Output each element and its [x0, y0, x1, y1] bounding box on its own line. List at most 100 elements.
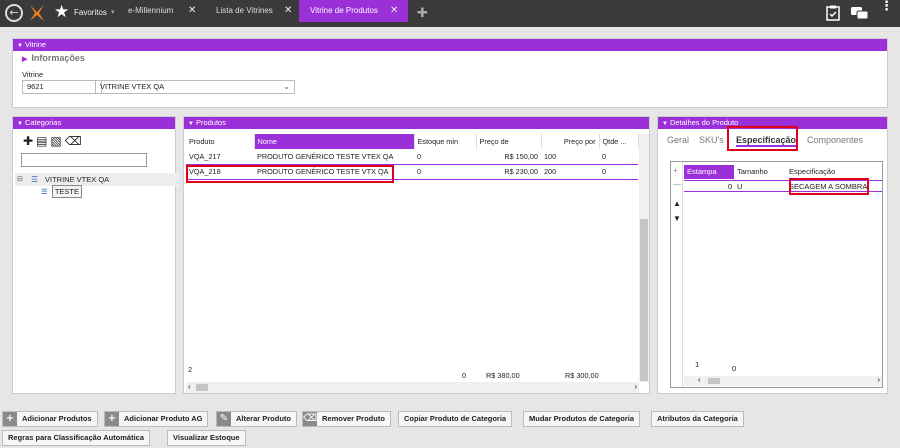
tab-vitrine-de-produtos[interactable]: Vitrine de Produtos ✕ — [299, 0, 408, 22]
star-icon[interactable]: ★ — [54, 2, 69, 22]
column-header[interactable]: Preço por — [541, 134, 600, 149]
button-label: Regras para Classificação Automática — [8, 433, 145, 442]
favorites-menu[interactable]: Favoritos — [74, 8, 107, 17]
info-section-toggle[interactable]: ▶ Informações — [22, 53, 85, 63]
table-cell: 100 — [544, 151, 557, 161]
button-label: Alterar Produto — [236, 414, 292, 423]
scrollbar-thumb[interactable] — [196, 384, 208, 391]
button-label: Mudar Produtos de Categoria — [529, 414, 635, 423]
add-tab-icon[interactable]: ✚ — [417, 6, 428, 21]
remover-produto-button[interactable]: ⌫ Remover Produto — [302, 411, 391, 427]
add-row-icon[interactable]: + — [673, 166, 678, 175]
tab-skus[interactable]: SKU's — [699, 135, 724, 145]
detalhes-total-estampa: 0 — [732, 364, 737, 373]
caret-up-icon[interactable]: ▲ — [673, 199, 681, 208]
list-add-icon[interactable]: ▤ — [36, 134, 47, 148]
vitrine-field-label: Vitrine — [22, 70, 44, 79]
table-row[interactable]: VQA_217 PRODUTO GENÉRICO TESTE VTEX QA 0… — [186, 149, 638, 164]
chat-icon[interactable] — [851, 7, 869, 20]
scrollbar-thumb[interactable] — [708, 378, 720, 384]
button-label: Remover Produto — [322, 414, 385, 423]
horizontal-scrollbar[interactable]: ‹ › — [186, 382, 639, 393]
alterar-produto-button[interactable]: ✎ Alterar Produto — [216, 411, 298, 427]
arrow-right-icon[interactable]: › — [634, 382, 637, 391]
trash-icon: ⌫ — [303, 412, 318, 426]
collapse-icon[interactable]: ⊟ — [17, 173, 23, 186]
chevron-down-icon: ⌄ — [283, 82, 290, 91]
tab-lista-de-vitrines[interactable]: Lista de Vitrines ✕ — [216, 0, 296, 22]
close-icon[interactable]: ✕ — [188, 0, 196, 22]
visualizar-estoque-button[interactable]: Visualizar Estoque — [167, 430, 246, 446]
close-icon[interactable]: ✕ — [284, 0, 292, 22]
tab-geral[interactable]: Geral — [667, 135, 689, 145]
column-header[interactable]: Tamanho — [737, 165, 787, 179]
column-header[interactable]: Preço de — [476, 134, 542, 149]
category-search-input[interactable] — [21, 153, 147, 167]
logo-icon — [30, 5, 44, 21]
column-header[interactable]: Nome — [254, 134, 415, 149]
button-label: Atributos da Categoria — [657, 414, 738, 423]
vitrine-select-value: VITRINE VTEX QA — [100, 82, 165, 91]
button-label: Visualizar Estoque — [173, 433, 240, 442]
grid-row-markers: + — ▲ ▼ — [671, 162, 683, 387]
table-cell: 0 — [727, 182, 732, 191]
more-icon[interactable]: ⋮ — [880, 0, 893, 13]
button-label: Adicionar Produtos — [22, 414, 92, 423]
action-bar: + Adicionar Produtos + Adicionar Produto A… — [0, 410, 900, 428]
close-icon[interactable]: ✕ — [390, 0, 398, 22]
vitrine-select[interactable]: VITRINE VTEX QA ⌄ — [95, 80, 295, 94]
adicionar-produtos-button[interactable]: + Adicionar Produtos — [2, 411, 98, 427]
column-header[interactable]: Produto — [186, 134, 255, 149]
column-header[interactable]: Estampa — [684, 165, 734, 179]
add-icon: + — [105, 412, 119, 426]
categorias-header[interactable]: ▼ Categorias — [13, 117, 175, 129]
produtos-total-preco-de: R$ 380,00 — [486, 371, 520, 380]
mudar-produtos-button[interactable]: Mudar Produtos de Categoria — [523, 411, 641, 427]
scrollbar-thumb[interactable] — [640, 219, 648, 381]
regras-classificacao-button[interactable]: Regras para Classificação Automática — [2, 430, 151, 446]
table-cell: 200 — [541, 163, 599, 180]
section-title: Produtos — [195, 118, 226, 127]
table-cell: R$ 150,00 — [504, 151, 538, 161]
adicionar-produto-ag-button[interactable]: + Adicionar Produto AG — [104, 411, 209, 427]
hierarchy-icon[interactable]: ▧ — [50, 134, 61, 148]
atributos-categoria-button[interactable]: Atributos da Categoria — [651, 411, 744, 427]
back-icon[interactable]: ← — [5, 4, 23, 22]
horizontal-scrollbar[interactable]: ‹ › — [684, 375, 882, 386]
produtos-header[interactable]: ▼ Produtos — [184, 117, 649, 129]
detalhes-total-count: 1 — [695, 360, 700, 369]
produtos-total-count: 2 — [188, 365, 193, 374]
tab-e-millennium[interactable]: e-Millennium ✕ — [128, 0, 216, 22]
table-cell: VQA_217 — [189, 151, 221, 161]
add-icon: + — [3, 412, 17, 426]
tab-label: e-Millennium — [128, 6, 174, 15]
chevron-down-icon[interactable]: ▾ — [111, 8, 115, 16]
categorias-toolbar: ✚ ▤ ▧ ⌫ — [23, 134, 85, 148]
trash-icon[interactable]: ⌫ — [65, 134, 82, 148]
table-cell: 0 — [414, 163, 476, 180]
highlight-box — [789, 178, 869, 195]
vitrine-code-input[interactable]: 9621 — [22, 80, 102, 94]
vertical-scrollbar[interactable] — [639, 134, 649, 382]
column-header[interactable]: Especificação — [789, 165, 869, 179]
tree-item-root[interactable]: ⊟ ☰ VITRINE VTEX QA — [15, 173, 179, 186]
caret-down-icon[interactable]: ▼ — [673, 214, 681, 223]
clipboard-icon[interactable] — [826, 5, 840, 21]
action-bar-2: Regras para Classificação Automática Vis… — [0, 429, 900, 447]
table-cell: R$ 230,00 — [476, 163, 541, 180]
column-header[interactable]: Qtde ... — [599, 134, 639, 149]
table-cell: 0 — [599, 163, 638, 180]
info-title: Informações — [31, 53, 85, 63]
arrow-right-icon[interactable]: › — [877, 375, 880, 384]
tree-item-child[interactable]: ☰ TESTE — [41, 185, 82, 198]
column-header[interactable]: Estoque min — [414, 134, 477, 149]
add-icon[interactable]: ✚ — [23, 134, 33, 148]
copiar-produto-button[interactable]: Copiar Produto de Categoria — [398, 411, 513, 427]
table-cell: U — [737, 182, 743, 191]
produtos-panel: ▼ Produtos Produto Nome Estoque min Preço… — [183, 116, 650, 394]
arrow-left-icon[interactable]: ‹ — [188, 382, 191, 391]
tab-componentes[interactable]: Componentes — [807, 135, 863, 145]
vitrine-header[interactable]: ▼ Vitrine — [13, 39, 887, 51]
top-bar: ← ★ Favoritos ▾ e-Millennium ✕ Lista de … — [0, 0, 900, 27]
arrow-left-icon[interactable]: ‹ — [698, 375, 701, 384]
